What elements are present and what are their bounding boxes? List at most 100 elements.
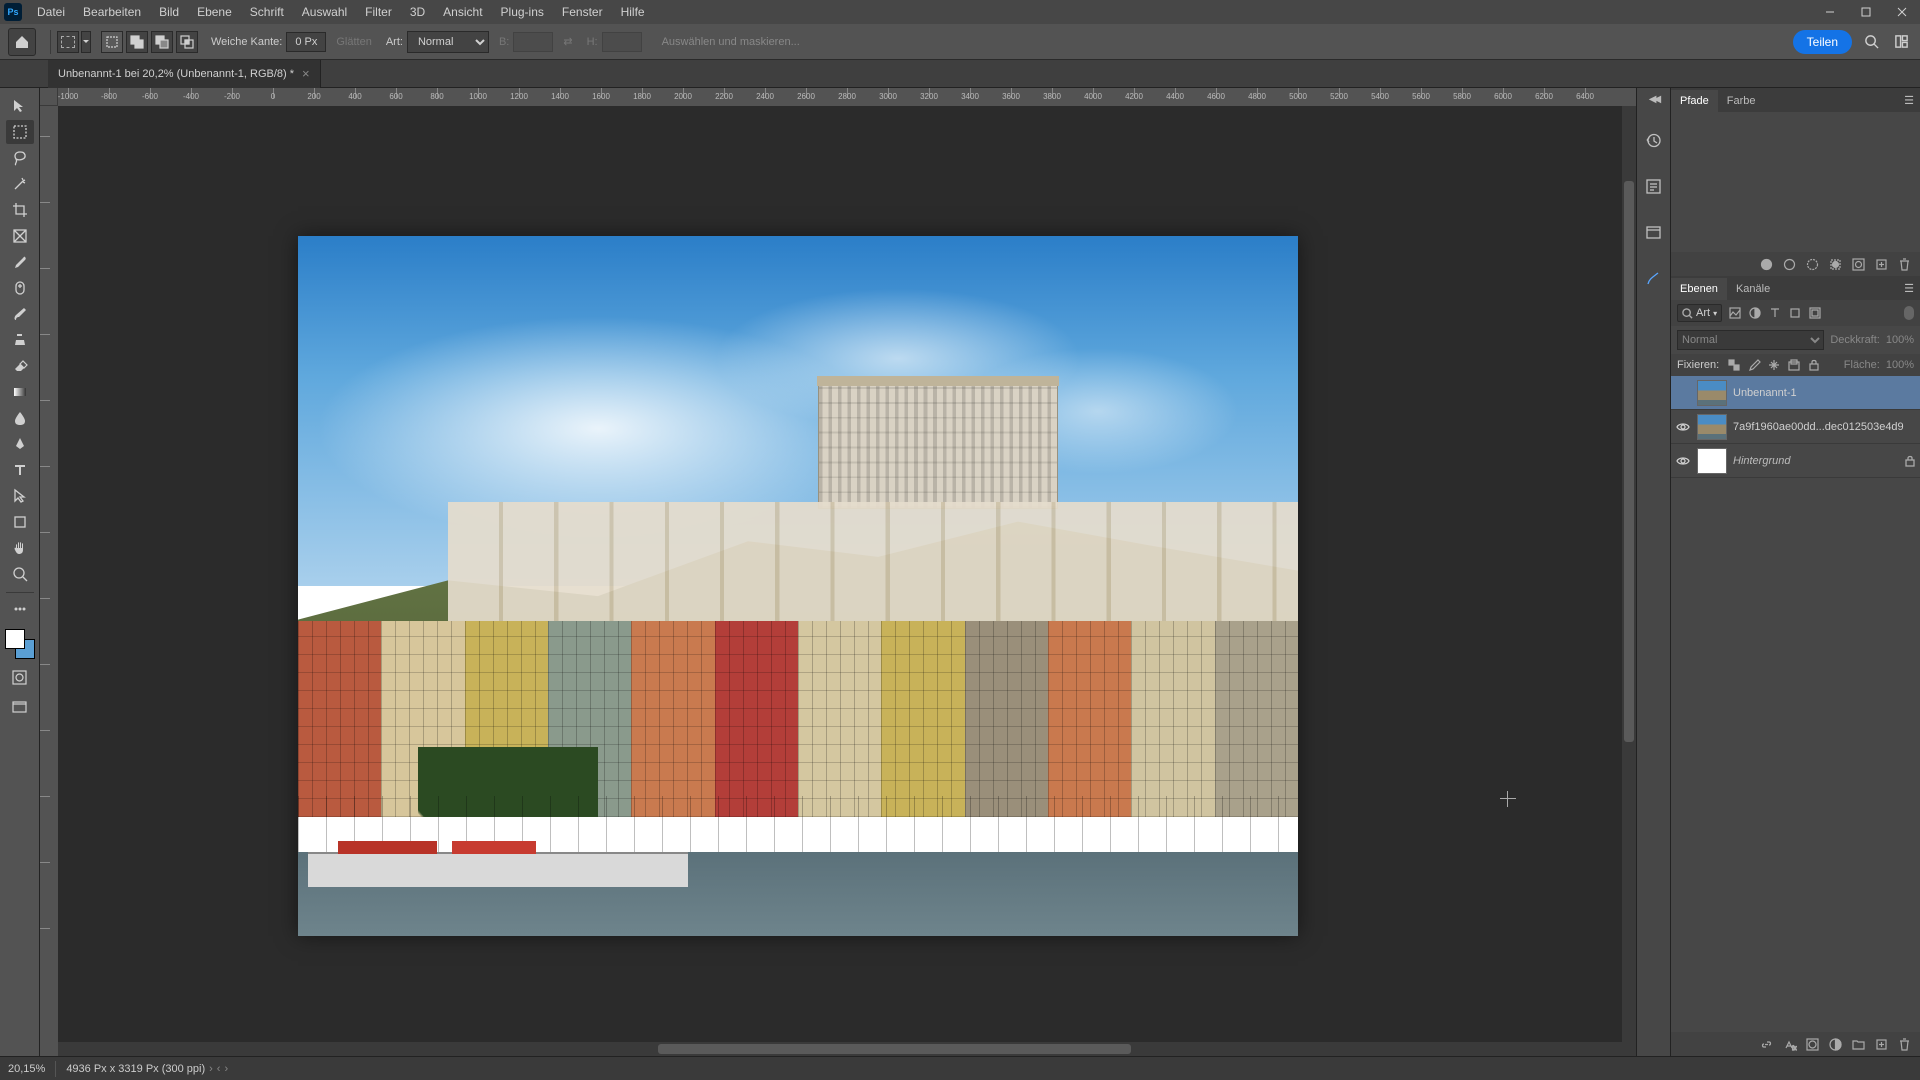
zoom-percentage[interactable]: 20,15% [8,1063,45,1075]
selection-add-button[interactable] [126,31,148,53]
layer-name[interactable]: 7a9f1960ae00dd...dec012503e4d9 [1733,421,1916,433]
layers-tab[interactable]: Ebenen [1671,278,1727,300]
lock-transparency-icon[interactable] [1727,358,1741,372]
hand-tool[interactable] [6,536,34,560]
selection-new-button[interactable] [101,31,123,53]
feather-input[interactable] [286,32,326,52]
scrollbar-thumb[interactable] [1624,181,1634,743]
layer-mask-icon[interactable] [1805,1037,1820,1052]
layer-visibility-icon[interactable] [1675,453,1691,469]
pen-tool[interactable] [6,432,34,456]
status-nav-prev-icon[interactable]: ‹ [217,1063,221,1075]
filter-type-icon[interactable] [1768,306,1782,320]
scrollbar-thumb[interactable] [658,1044,1131,1054]
tool-preset-caret-icon[interactable] [81,31,91,53]
path-selection-tool[interactable] [6,484,34,508]
menu-hilfe[interactable]: Hilfe [612,0,654,24]
blend-mode-select[interactable]: Normal [1677,330,1824,350]
magic-wand-tool[interactable] [6,172,34,196]
properties-panel-icon[interactable] [1643,175,1665,197]
blur-tool[interactable] [6,406,34,430]
layer-visibility-icon[interactable] [1675,419,1691,435]
share-button[interactable]: Teilen [1793,30,1852,54]
quick-mask-button[interactable] [6,665,34,689]
filter-toggle[interactable] [1904,306,1914,320]
stroke-path-icon[interactable] [1782,257,1797,272]
menu-fenster[interactable]: Fenster [553,0,612,24]
new-layer-icon[interactable] [1874,1037,1889,1052]
menu-bild[interactable]: Bild [150,0,188,24]
home-button[interactable] [8,28,36,56]
fill-path-icon[interactable] [1759,257,1774,272]
lock-nesting-icon[interactable] [1787,358,1801,372]
status-caret-right-icon[interactable]: › [209,1063,213,1075]
menu-ebene[interactable]: Ebene [188,0,241,24]
marquee-tool[interactable] [6,120,34,144]
layer-thumbnail[interactable] [1697,448,1727,474]
menu-3d[interactable]: 3D [401,0,434,24]
select-and-mask-button[interactable]: Auswählen und maskieren... [654,33,808,51]
style-select[interactable]: Normal [407,31,489,53]
selection-to-path-icon[interactable] [1828,257,1843,272]
filter-smartobject-icon[interactable] [1808,306,1822,320]
shape-tool[interactable] [6,510,34,534]
swap-wh-icon[interactable]: ⇄ [563,35,572,48]
healing-brush-tool[interactable] [6,276,34,300]
layer-visibility-icon[interactable] [1675,385,1691,401]
document-tab-close-icon[interactable]: × [302,66,310,81]
document-dimensions[interactable]: 4936 Px x 3319 Px (300 ppi) [66,1063,205,1075]
opacity-value[interactable]: 100% [1886,334,1914,346]
layer-filter-kind[interactable]: Art ▾ [1677,304,1722,322]
scrollbar-horizontal[interactable] [58,1042,1636,1056]
lasso-tool[interactable] [6,146,34,170]
panel-menu-icon[interactable]: ☰ [1898,277,1920,300]
adjustments-panel-icon[interactable] [1643,221,1665,243]
canvas[interactable] [58,106,1636,1056]
link-layers-icon[interactable] [1759,1037,1774,1052]
close-button[interactable] [1884,0,1920,24]
document-tab[interactable]: Unbenannt-1 bei 20,2% (Unbenannt-1, RGB/… [48,60,321,88]
menu-ansicht[interactable]: Ansicht [434,0,491,24]
expand-dock-icon[interactable]: ◀◀ [1649,94,1658,105]
color-tab[interactable]: Farbe [1718,90,1765,112]
workspace-switcher-icon[interactable] [1890,31,1912,53]
eraser-tool[interactable] [6,354,34,378]
path-to-selection-icon[interactable] [1805,257,1820,272]
zoom-tool[interactable] [6,562,34,586]
lock-all-icon[interactable] [1807,358,1821,372]
screen-mode-button[interactable] [6,695,34,719]
layer-item[interactable]: Hintergrund [1671,444,1920,478]
selection-intersect-button[interactable] [176,31,198,53]
edit-toolbar-icon[interactable] [6,597,34,621]
crop-tool[interactable] [6,198,34,222]
adjustment-layer-icon[interactable] [1828,1037,1843,1052]
layer-item[interactable]: 7a9f1960ae00dd...dec012503e4d9 [1671,410,1920,444]
ruler-vertical[interactable] [40,106,58,1056]
layer-style-icon[interactable]: fx [1782,1037,1797,1052]
scrollbar-vertical[interactable] [1622,106,1636,1042]
menu-plugins[interactable]: Plug-ins [492,0,553,24]
ruler-horizontal[interactable]: -1000-800-600-400-2000200400600800100012… [58,88,1636,106]
menu-filter[interactable]: Filter [356,0,401,24]
filter-pixel-icon[interactable] [1728,306,1742,320]
filter-adjustment-icon[interactable] [1748,306,1762,320]
color-swatches[interactable] [5,629,35,659]
frame-tool[interactable] [6,224,34,248]
layer-item[interactable]: Unbenannt-1 [1671,376,1920,410]
brushes-panel-icon[interactable] [1643,267,1665,289]
minimize-button[interactable] [1812,0,1848,24]
search-icon[interactable] [1860,31,1882,53]
new-path-icon[interactable] [1874,257,1889,272]
menu-auswahl[interactable]: Auswahl [293,0,356,24]
maximize-button[interactable] [1848,0,1884,24]
tool-preset-picker[interactable] [57,31,79,53]
fill-value[interactable]: 100% [1886,359,1914,371]
foreground-color-swatch[interactable] [5,629,25,649]
menu-datei[interactable]: Datei [28,0,74,24]
new-group-icon[interactable] [1851,1037,1866,1052]
delete-path-icon[interactable] [1897,257,1912,272]
height-input[interactable] [602,32,642,52]
paths-tab[interactable]: Pfade [1671,90,1718,112]
menu-bearbeiten[interactable]: Bearbeiten [74,0,150,24]
gradient-tool[interactable] [6,380,34,404]
